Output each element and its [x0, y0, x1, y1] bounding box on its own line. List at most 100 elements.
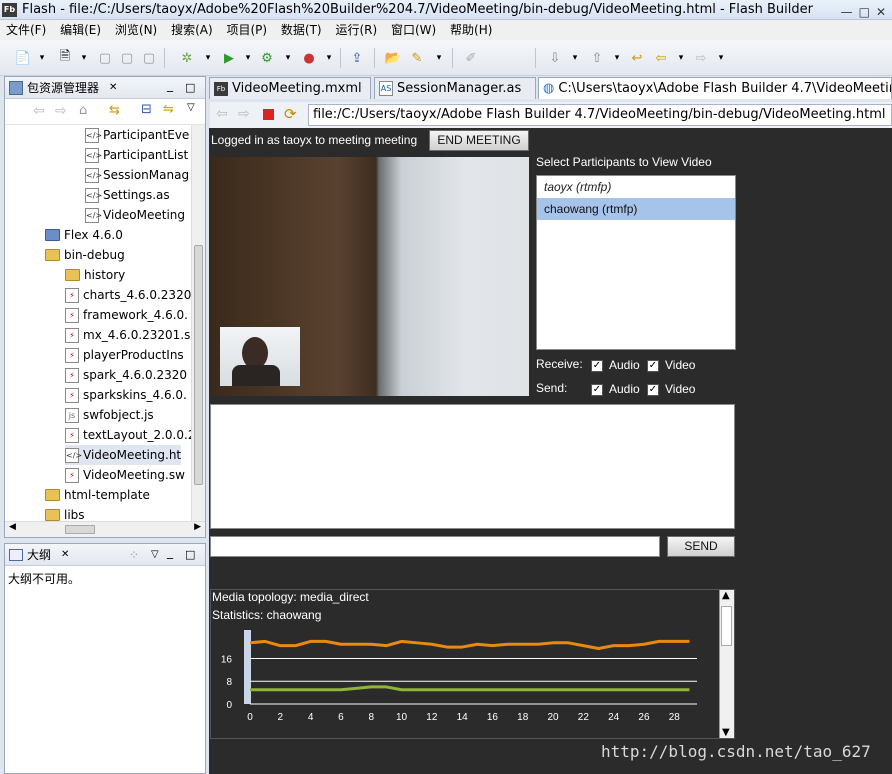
back-nav-icon[interactable]: ⇦ — [33, 103, 45, 119]
run-dropdown-icon[interactable]: ▾ — [239, 49, 257, 67]
tree-item[interactable]: </> ParticipantList — [85, 145, 188, 165]
tree-item[interactable]: ⚡ mx_4.6.0.23201.s — [65, 325, 190, 345]
menu-navigate[interactable]: 浏览(N) — [115, 23, 157, 37]
tree-item[interactable]: </> SessionManag — [85, 165, 189, 185]
open-type-icon[interactable]: 📂 — [384, 49, 402, 67]
pen-icon[interactable]: ✐ — [462, 49, 480, 67]
tree-item[interactable]: </> ParticipantEve — [85, 125, 189, 145]
external-tools-dropdown-icon[interactable]: ▾ — [320, 49, 338, 67]
tree-item[interactable]: libs — [45, 505, 85, 521]
menu-help[interactable]: 帮助(H) — [450, 23, 492, 37]
tree-item[interactable]: js swfobject.js — [65, 405, 154, 425]
refresh-icon[interactable]: ⟳ — [284, 105, 297, 123]
collapse-all-icon[interactable]: ⊟ — [141, 102, 152, 117]
tree-hscroll-thumb[interactable] — [65, 525, 95, 534]
outline-options-icon[interactable]: ⁘ — [129, 544, 139, 565]
prev-annotation-icon[interactable]: ⇧ — [588, 49, 606, 67]
tree-item[interactable]: bin-debug — [45, 245, 125, 265]
stats-scroll-thumb[interactable] — [721, 606, 732, 646]
forward-dropdown-icon[interactable]: ▾ — [712, 49, 730, 67]
participants-list[interactable]: taoyx (rtmfp) chaowang (rtmfp) — [536, 175, 736, 350]
tree-horizontal-scrollbar[interactable]: ◀ ▶ — [5, 521, 205, 537]
scroll-down-icon[interactable]: ▼ — [722, 727, 730, 738]
save-icon[interactable]: ▢ — [96, 49, 114, 67]
scroll-left-icon[interactable]: ◀ — [9, 522, 16, 532]
chat-log[interactable] — [210, 404, 735, 529]
tree-scroll-thumb[interactable] — [194, 245, 203, 485]
tree-vertical-scrollbar[interactable] — [191, 125, 205, 521]
chat-input[interactable] — [210, 536, 660, 557]
minimize-button[interactable]: — — [841, 2, 853, 19]
url-input[interactable]: file:/C:/Users/taoyx/Adobe Flash Builder… — [308, 104, 892, 126]
next-annotation-icon[interactable]: ⇩ — [546, 49, 564, 67]
new-module-dropdown-icon[interactable]: ▾ — [75, 49, 93, 67]
menu-project[interactable]: 项目(P) — [226, 23, 267, 37]
tree-item[interactable]: ⚡ playerProductIns — [65, 345, 184, 365]
maximize-outline-icon[interactable]: □ — [185, 544, 195, 565]
minimize-view-icon[interactable]: _ — [167, 77, 173, 96]
participant-item-selected[interactable]: chaowang (rtmfp) — [537, 198, 735, 220]
tab-browser[interactable]: ◍ C:\Users\taoyx\Adobe Flash Builder 4.7… — [538, 77, 892, 99]
outline-menu-icon[interactable]: ▽ — [151, 544, 159, 565]
new-dropdown-icon[interactable]: ▾ — [33, 49, 51, 67]
profile-dropdown-icon[interactable]: ▾ — [279, 49, 297, 67]
tree-item[interactable]: ⚡ framework_4.6.0. — [65, 305, 188, 325]
close-view-icon[interactable]: ✕ — [109, 77, 117, 98]
minimize-outline-icon[interactable]: _ — [167, 544, 173, 563]
send-audio-checkbox[interactable]: ✓ Audio — [591, 382, 640, 396]
new-module-icon[interactable]: 🗎 — [56, 49, 74, 67]
scroll-right-icon[interactable]: ▶ — [194, 522, 201, 532]
receive-audio-checkbox[interactable]: ✓ Audio — [591, 358, 640, 372]
prev-annotation-dropdown-icon[interactable]: ▾ — [608, 49, 626, 67]
view-menu-icon[interactable]: ▽ — [187, 102, 195, 113]
tree-item[interactable]: ⚡ charts_4.6.0.2320 — [65, 285, 191, 305]
maximize-button[interactable]: □ — [859, 2, 870, 19]
back-dropdown-icon[interactable]: ▾ — [672, 49, 690, 67]
close-button[interactable]: ✕ — [876, 2, 886, 19]
sync-icon[interactable]: ⇋ — [163, 102, 174, 117]
profile-icon[interactable]: ⚙ — [258, 49, 276, 67]
debug-icon[interactable]: ✲ — [178, 49, 196, 67]
forward-nav-icon[interactable]: ⇨ — [55, 103, 67, 119]
save-all-icon[interactable]: ▢ — [118, 49, 136, 67]
browser-back-icon[interactable]: ⇦ — [216, 106, 228, 122]
tree-item[interactable]: </> VideoMeeting — [85, 205, 185, 225]
browser-forward-icon[interactable]: ⇨ — [238, 106, 250, 122]
tree-item[interactable]: </> Settings.as — [85, 185, 170, 205]
menu-window[interactable]: 窗口(W) — [391, 23, 436, 37]
link-editor-icon[interactable]: ⇆ — [109, 103, 120, 118]
stats-scrollbar[interactable]: ▲ ▼ — [719, 590, 734, 738]
maximize-view-icon[interactable]: □ — [185, 77, 195, 98]
tree-item[interactable]: ⚡ spark_4.6.0.2320 — [65, 365, 187, 385]
menu-data[interactable]: 数据(T) — [281, 23, 322, 37]
tree-item[interactable]: history — [65, 265, 125, 285]
external-tools-icon[interactable]: ● — [300, 49, 318, 67]
forward-icon[interactable]: ⇨ — [692, 49, 710, 67]
send-video-checkbox[interactable]: ✓ Video — [647, 382, 695, 396]
tree-item[interactable]: html-template — [45, 485, 150, 505]
close-outline-icon[interactable]: ✕ — [61, 544, 69, 565]
tree-item[interactable]: ⚡ textLayout_2.0.0.2 — [65, 425, 191, 445]
tree-item[interactable]: Flex 4.6.0 — [45, 225, 123, 245]
print-icon[interactable]: ▢ — [140, 49, 158, 67]
menu-run[interactable]: 运行(R) — [335, 23, 377, 37]
participant-item[interactable]: taoyx (rtmfp) — [537, 176, 735, 198]
scroll-up-icon[interactable]: ▲ — [722, 590, 730, 601]
build-dropdown-icon[interactable]: ▾ — [430, 49, 448, 67]
debug-dropdown-icon[interactable]: ▾ — [199, 49, 217, 67]
export-icon[interactable]: ⇪ — [348, 49, 366, 67]
home-icon[interactable]: ⌂ — [79, 103, 87, 118]
tree-item[interactable]: ⚡ sparkskins_4.6.0. — [65, 385, 187, 405]
new-icon[interactable]: 📄 — [14, 49, 32, 67]
build-icon[interactable]: ✎ — [408, 49, 426, 67]
stop-icon[interactable] — [263, 109, 274, 120]
send-button[interactable]: SEND — [667, 536, 735, 557]
next-annotation-dropdown-icon[interactable]: ▾ — [566, 49, 584, 67]
run-icon[interactable]: ▶ — [220, 49, 238, 67]
tab-sessionmanager-as[interactable]: AS SessionManager.as — [374, 77, 536, 99]
tree-item[interactable]: </> VideoMeeting.ht — [65, 445, 182, 465]
menu-search[interactable]: 搜索(A) — [171, 23, 213, 37]
menu-file[interactable]: 文件(F) — [6, 23, 46, 37]
menu-edit[interactable]: 编辑(E) — [60, 23, 101, 37]
last-edit-icon[interactable]: ↩ — [628, 49, 646, 67]
